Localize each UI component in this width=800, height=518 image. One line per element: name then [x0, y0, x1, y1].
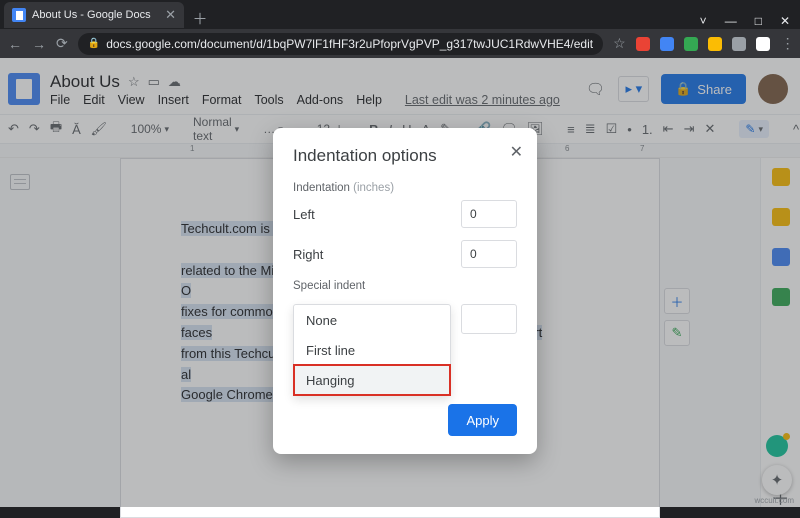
extensions-area: ⋮ — [636, 35, 800, 53]
extension-icon[interactable] — [684, 37, 698, 51]
nav-back-button[interactable]: ← — [8, 36, 22, 52]
right-indent-input[interactable]: 0 — [461, 240, 517, 268]
left-indent-label: Left — [293, 207, 315, 222]
special-indent-option-hanging[interactable]: Hanging — [294, 365, 450, 395]
extension-icon[interactable] — [636, 37, 650, 51]
lock-icon: 🔒 — [88, 38, 100, 49]
dialog-close-button[interactable]: ✕ — [510, 142, 523, 162]
right-indent-label: Right — [293, 247, 323, 262]
nav-reload-button[interactable]: ⟳ — [56, 35, 68, 52]
special-indent-option-none[interactable]: None — [294, 305, 450, 335]
new-tab-button[interactable]: ＋ — [190, 8, 210, 28]
special-indent-dropdown: None First line Hanging — [293, 304, 451, 396]
tab-title: About Us - Google Docs — [32, 9, 159, 21]
indentation-section-label: Indentation (inches) — [293, 182, 517, 194]
left-indent-input[interactable]: 0 — [461, 200, 517, 228]
browser-menu-icon[interactable]: ⋮ — [780, 35, 796, 52]
apply-button[interactable]: Apply — [448, 404, 517, 436]
extensions-menu-icon[interactable] — [756, 37, 770, 51]
extension-icon[interactable] — [708, 37, 722, 51]
chevron-down-icon[interactable]: ˅ — [700, 14, 707, 28]
docs-favicon — [12, 8, 26, 22]
extension-icon[interactable] — [660, 37, 674, 51]
window-minimize-button[interactable]: — — [725, 14, 737, 28]
browser-tab[interactable]: About Us - Google Docs ✕ — [4, 2, 184, 28]
window-maximize-button[interactable]: □ — [755, 14, 762, 28]
indentation-options-dialog: Indentation options ✕ Indentation (inche… — [273, 128, 537, 454]
extension-icon[interactable] — [732, 37, 746, 51]
address-bar[interactable]: 🔒 docs.google.com/document/d/1bqPW7lF1fH… — [78, 33, 603, 55]
tab-close-icon[interactable]: ✕ — [165, 7, 176, 23]
window-close-button[interactable]: ✕ — [780, 14, 790, 28]
special-indent-amount-input[interactable] — [461, 304, 517, 334]
nav-forward-button[interactable]: → — [32, 36, 46, 52]
url-text: docs.google.com/document/d/1bqPW7lF1fHF3… — [106, 37, 593, 51]
dialog-title: Indentation options — [293, 146, 517, 166]
special-indent-label: Special indent — [293, 280, 517, 292]
bookmark-star-icon[interactable]: ☆ — [613, 35, 626, 52]
special-indent-option-first-line[interactable]: First line — [294, 335, 450, 365]
